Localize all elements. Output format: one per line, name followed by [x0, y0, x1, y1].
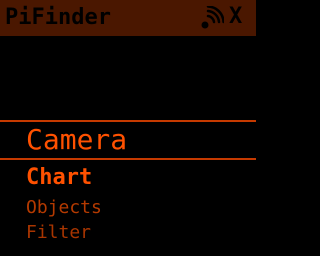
selection-divider-top	[0, 120, 256, 122]
menu-item-filter[interactable]: Filter	[26, 221, 91, 245]
menu-item-chart[interactable]: Chart	[26, 164, 92, 192]
menu-item-camera[interactable]: Camera	[26, 123, 127, 157]
app-title: PiFinder	[5, 5, 111, 30]
wifi-signal-icon	[200, 5, 225, 30]
title-bar: PiFinder X	[0, 0, 256, 36]
menu-item-objects[interactable]: Objects	[26, 196, 102, 220]
pifinder-screen: PiFinder X Camera Chart Objects Filter	[0, 0, 256, 256]
selection-divider-bottom	[0, 158, 256, 160]
close-icon[interactable]: X	[229, 4, 242, 30]
